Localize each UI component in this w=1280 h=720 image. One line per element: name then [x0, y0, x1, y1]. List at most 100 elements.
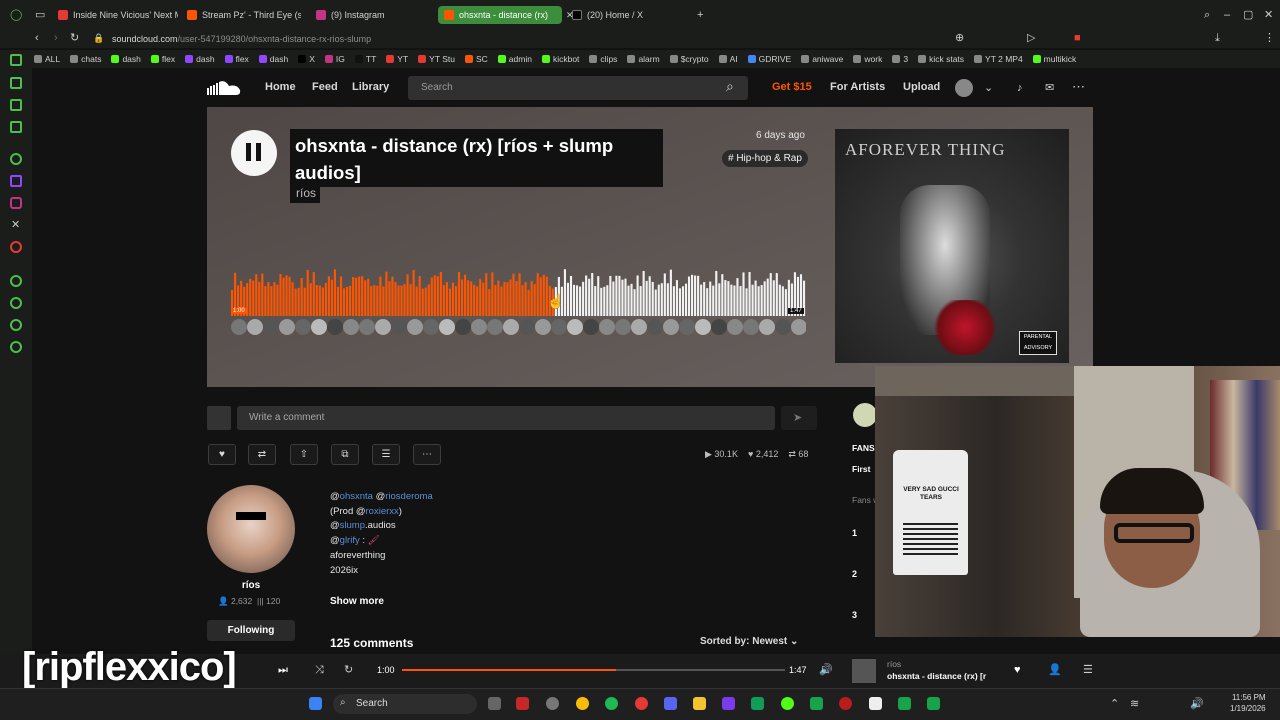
bookmark-item[interactable]: kick stats	[918, 54, 964, 64]
discord-icon[interactable]	[664, 697, 677, 710]
sidebar-app-icon[interactable]	[10, 54, 22, 66]
back-icon[interactable]: ‹	[35, 32, 39, 44]
comment-avatar[interactable]	[407, 319, 423, 335]
comment-avatar[interactable]	[311, 319, 327, 335]
chevron-down-icon[interactable]: ⌄	[984, 82, 993, 94]
comment-avatar[interactable]	[743, 319, 759, 335]
comment-avatar[interactable]	[391, 319, 407, 335]
comment-avatar[interactable]	[599, 319, 615, 335]
bookmark-item[interactable]: kickbot	[541, 54, 579, 64]
notifications-bell-icon[interactable]: ♪	[1017, 82, 1023, 94]
comment-avatar[interactable]	[263, 319, 279, 335]
history-icon[interactable]	[10, 297, 22, 309]
bookmark-item[interactable]: alarm	[627, 54, 660, 64]
opera-logo-icon[interactable]: ◯	[10, 9, 22, 21]
show-more-link[interactable]: Show more	[330, 596, 384, 607]
search-icon[interactable]: ⌕	[726, 79, 734, 93]
more-menu-icon[interactable]: ⋯	[1072, 80, 1085, 93]
volume-icon[interactable]: 🔊	[819, 664, 833, 676]
artist-name[interactable]: ríos	[207, 580, 295, 591]
comment-avatar[interactable]	[487, 319, 503, 335]
app-icon[interactable]	[751, 697, 764, 710]
comment-avatar[interactable]	[711, 319, 727, 335]
get-offer-link[interactable]: Get $15	[772, 81, 812, 93]
comment-avatar[interactable]	[695, 319, 711, 335]
spotify-icon[interactable]	[605, 697, 618, 710]
comment-avatar[interactable]	[471, 319, 487, 335]
tab-instagram[interactable]: (9) Instagram	[316, 6, 426, 24]
genre-tag[interactable]: # Hip-hop & Rap	[722, 150, 808, 167]
tab-x-home[interactable]: (20) Home / X	[572, 6, 682, 24]
comment-avatar[interactable]	[279, 319, 295, 335]
comment-avatar[interactable]	[359, 319, 375, 335]
extensions-icon[interactable]	[10, 319, 22, 331]
forward-icon[interactable]: ›	[54, 32, 58, 44]
tray-chevron-icon[interactable]: ⌃	[1110, 698, 1119, 710]
sidebar-app-icon[interactable]	[10, 77, 22, 89]
download-icon[interactable]: ⤓	[1215, 32, 1220, 44]
app-icon[interactable]	[839, 697, 852, 710]
comment-avatar[interactable]	[551, 319, 567, 335]
now-playing-artist[interactable]: ríos	[887, 659, 901, 669]
bookmark-item[interactable]: clips	[589, 54, 617, 64]
comment-avatar[interactable]	[647, 319, 663, 335]
app-icon[interactable]	[546, 697, 559, 710]
comment-avatar[interactable]	[663, 319, 679, 335]
artist-avatar[interactable]	[207, 485, 295, 573]
bookmark-item[interactable]: TT	[354, 54, 376, 64]
search-input[interactable]	[408, 76, 748, 100]
new-tab-icon[interactable]: +	[697, 9, 703, 21]
task-view-icon[interactable]	[488, 697, 501, 710]
sort-dropdown[interactable]: Sorted by: Newest ⌄	[700, 636, 798, 647]
bookmark-item[interactable]: aniwave	[801, 54, 843, 64]
track-artist[interactable]: ríos	[296, 186, 316, 200]
settings-icon[interactable]	[10, 341, 22, 353]
windows-start-icon[interactable]	[309, 697, 322, 710]
app-icon[interactable]	[781, 697, 794, 710]
bookmark-item[interactable]: YT	[386, 54, 408, 64]
bookmark-item[interactable]: ALL	[34, 54, 60, 64]
comment-avatar[interactable]	[679, 319, 695, 335]
comment-avatar[interactable]	[423, 319, 439, 335]
copy-link-button[interactable]: ⧉	[331, 444, 359, 465]
mention-link[interactable]: riosderoma	[385, 491, 433, 502]
wifi-icon[interactable]: ≋	[1130, 698, 1139, 710]
comment-avatar[interactable]	[727, 319, 743, 335]
comment-avatar[interactable]	[327, 319, 343, 335]
like-icon[interactable]: ♥	[1014, 664, 1021, 676]
tab-switch-icon[interactable]: ▭	[35, 9, 45, 21]
bookmark-item[interactable]: chats	[70, 54, 101, 64]
app-icon[interactable]	[722, 697, 735, 710]
bookmark-item[interactable]: admin	[497, 54, 532, 64]
upload-link[interactable]: Upload	[903, 81, 940, 93]
opera-icon[interactable]	[635, 697, 648, 710]
comment-avatar[interactable]	[503, 319, 519, 335]
bookmark-item[interactable]: X	[298, 54, 315, 64]
comment-avatar[interactable]	[295, 319, 311, 335]
url-field[interactable]: soundcloud.com/user-547199280/ohsxnta-di…	[112, 30, 371, 48]
bookmark-item[interactable]: dash	[258, 54, 288, 64]
sidebar-app-icon[interactable]	[10, 99, 22, 111]
bookmark-item[interactable]: AI	[718, 54, 738, 64]
taskbar-clock[interactable]: 11:56 PM 1/19/2026	[1230, 692, 1266, 714]
tab-youtube-nine-vicious[interactable]: Inside Nine Vicious' Next M	[58, 6, 178, 24]
queue-icon[interactable]: ☰	[1083, 664, 1093, 676]
bookmark-item[interactable]: 3	[892, 54, 908, 64]
soundcloud-logo-icon[interactable]	[207, 80, 243, 96]
zoom-icon[interactable]: ⊕	[955, 32, 964, 44]
app-icon[interactable]	[898, 697, 911, 710]
comment-avatar[interactable]	[343, 319, 359, 335]
comment-avatar[interactable]	[567, 319, 583, 335]
youtube-icon[interactable]	[10, 241, 22, 253]
maximize-icon[interactable]: ▢	[1243, 9, 1253, 21]
comment-avatar[interactable]	[375, 319, 391, 335]
pause-button[interactable]	[231, 130, 277, 176]
for-artists-link[interactable]: For Artists	[830, 81, 885, 93]
sidebar-app-icon[interactable]	[10, 121, 22, 133]
comment-avatar[interactable]	[759, 319, 775, 335]
instagram-icon[interactable]	[10, 197, 22, 209]
following-button[interactable]: Following	[207, 620, 295, 641]
mention-link[interactable]: glrify	[340, 535, 360, 546]
tab-stream-pz[interactable]: Stream Pz' - Third Eye (s	[187, 6, 301, 24]
chatgpt-icon[interactable]	[10, 153, 22, 165]
